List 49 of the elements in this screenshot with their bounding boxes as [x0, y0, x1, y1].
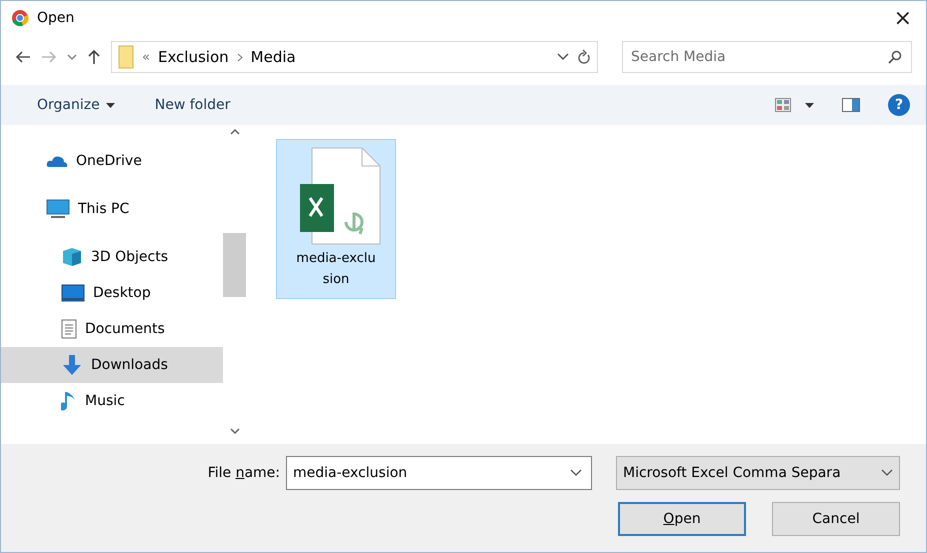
search-icon[interactable]: [888, 50, 902, 64]
sidebar-item[interactable]: Downloads: [1, 347, 223, 383]
dialog-button[interactable]: Open: [618, 502, 746, 536]
cloud-icon: [46, 154, 68, 168]
chevron-down-icon: [881, 469, 893, 477]
down-arrow-icon: [61, 354, 83, 376]
scrollbar-thumb[interactable]: [223, 233, 246, 297]
cube-icon: [61, 247, 83, 267]
sidebar-item[interactable]: Music: [1, 383, 223, 419]
overflow-chevron[interactable]: «: [142, 50, 150, 64]
organize-menu[interactable]: Organize: [31, 93, 121, 117]
browser-logo-icon: [11, 9, 29, 27]
breadcrumb[interactable]: Exclusion: [158, 48, 229, 66]
refresh-icon[interactable]: [577, 49, 591, 65]
file-name: media-exclusion: [295, 250, 377, 289]
new-folder-button[interactable]: New folder: [148, 93, 236, 117]
chevron-right-icon: [236, 52, 243, 62]
scroll-down-icon[interactable]: [230, 428, 240, 434]
up-arrow-icon[interactable]: [87, 49, 101, 65]
chevron-down-icon[interactable]: [570, 469, 582, 477]
back-arrow-icon[interactable]: [15, 50, 31, 64]
file-name-label: File name:: [208, 465, 280, 481]
preview-pane-icon[interactable]: [842, 98, 860, 112]
dialog-button[interactable]: Cancel: [772, 502, 900, 536]
dropdown-caret-icon[interactable]: [805, 102, 814, 108]
sidebar-item[interactable]: Desktop: [1, 275, 223, 311]
breadcrumb[interactable]: Media: [250, 48, 296, 66]
chevron-down-icon[interactable]: [67, 53, 77, 61]
sidebar-item[interactable]: 3D Objects: [1, 239, 223, 275]
computer-icon: [46, 199, 70, 219]
caret-icon: [106, 102, 115, 108]
file-name-field[interactable]: media-exclusion: [286, 456, 592, 490]
document-icon: [61, 319, 77, 339]
scroll-up-icon[interactable]: [230, 129, 240, 135]
music-note-icon: [61, 390, 77, 412]
search-field[interactable]: Search Media: [622, 41, 912, 73]
file-item[interactable]: media-exclusion: [276, 139, 396, 299]
close-button[interactable]: ×: [890, 6, 916, 30]
address-bar[interactable]: « Exclusion Media: [111, 41, 598, 73]
chevron-down-icon[interactable]: [557, 53, 569, 61]
help-button[interactable]: ?: [888, 94, 910, 116]
window-title: Open: [37, 10, 76, 26]
sidebar-item[interactable]: This PC: [1, 191, 223, 227]
sidebar-item[interactable]: OneDrive: [1, 143, 223, 179]
sidebar-item[interactable]: Documents: [1, 311, 223, 347]
file-type-dropdown[interactable]: Microsoft Excel Comma Separa: [616, 456, 900, 490]
view-grid-icon[interactable]: [775, 98, 791, 112]
desktop-icon: [61, 284, 85, 302]
folder-icon: [118, 45, 134, 69]
